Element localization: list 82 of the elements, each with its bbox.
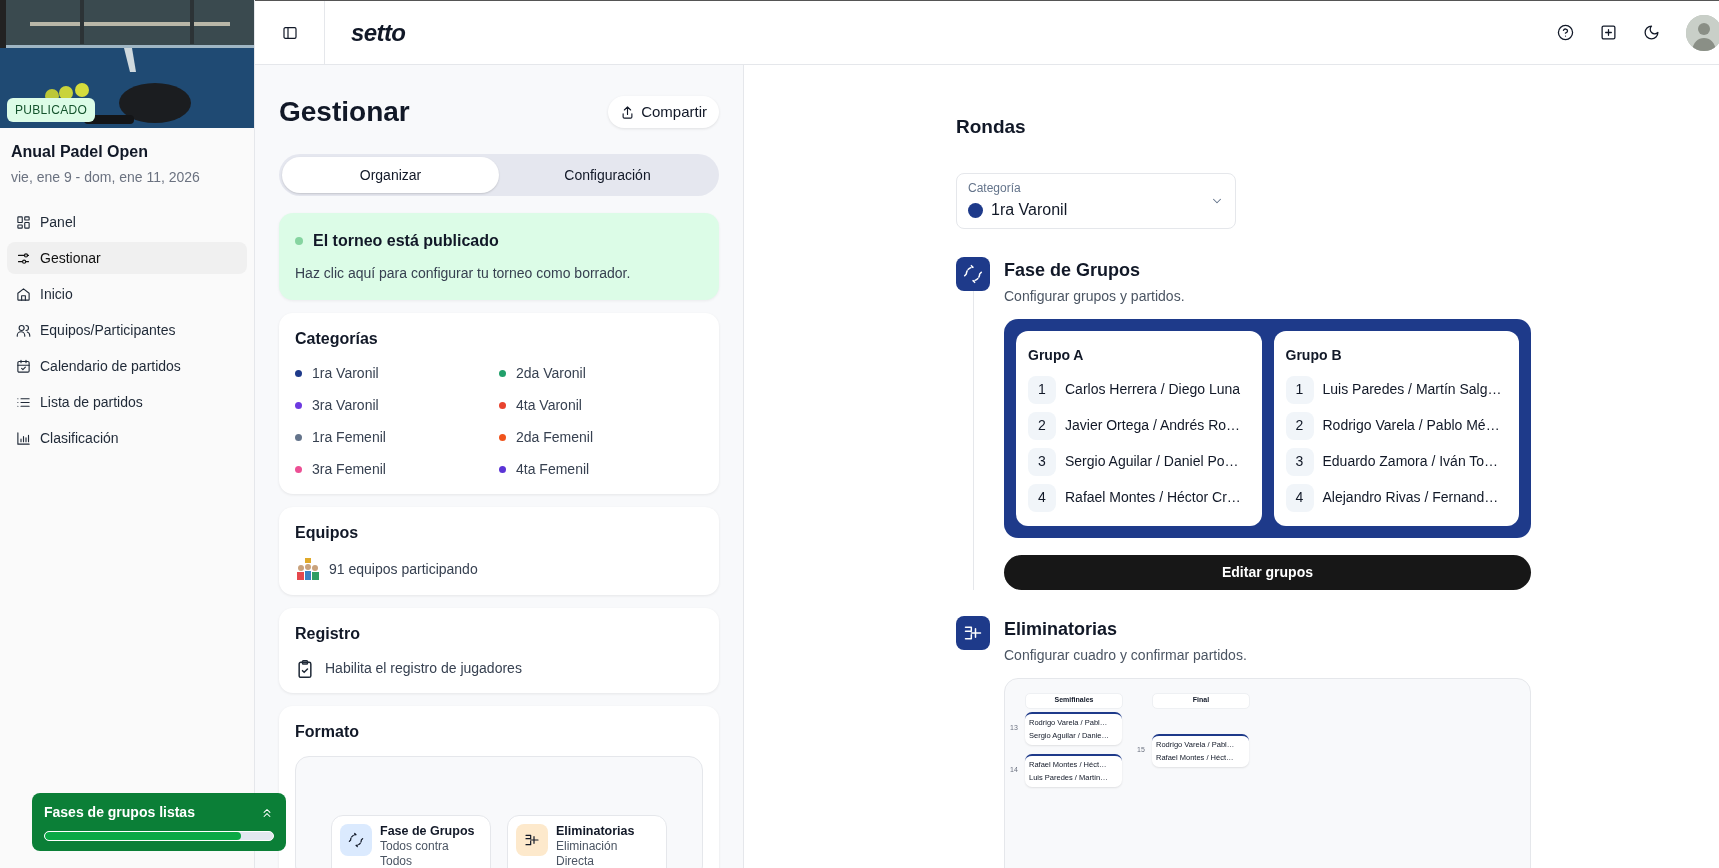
format-option[interactable]: Fase de Grupos Todos contra Todos [331,815,491,868]
category-label: 2da Femenil [516,428,594,447]
tournament-title: Anual Padel Open [11,142,149,162]
card-title: Categorías [295,329,379,349]
seed-number: 4 [1285,483,1314,512]
tab[interactable]: Configuración [499,157,716,193]
group-name: Grupo B [1285,345,1343,365]
category-label: 2da Varonil [516,364,586,383]
calendar-icon [16,358,31,374]
card-title: Equipos [295,523,360,543]
team-name: Javier Ortega / Andrés Ro… [1065,416,1241,435]
stage-subtitle: Configurar grupos y partidos. [1004,286,1186,306]
seed-number: 4 [1028,483,1056,512]
stage-title: Eliminatorias [1004,617,1119,641]
groups-icon [963,263,983,284]
seed-number: 2 [1028,411,1056,440]
category-select[interactable]: Categoría 1ra Varonil [956,172,1236,229]
nav-item[interactable]: Inicio [7,278,247,310]
registration-text: Habilita el registro de jugadores [325,659,522,678]
seed-number: 3 [1285,447,1314,476]
teams-count: 91 equipos participando [329,559,478,579]
team-name: Sergio Aguilar / Daniel Po… [1065,452,1239,471]
seed-number: 3 [1028,447,1056,476]
category-label: 4ta Femenil [516,460,590,479]
stage-title: Fase de Grupos [1004,258,1142,282]
edit-groups-button[interactable]: Editar grupos [1004,554,1531,590]
stage-subtitle: Configurar cuadro y confirmar partidos. [1004,645,1248,665]
status-badge: PUBLICADO [7,98,96,122]
nav-item[interactable]: Gestionar [7,242,247,274]
logo[interactable]: setto [351,14,406,51]
category-label: 3ra Femenil [312,460,386,479]
sidebar-toggle-icon[interactable] [281,24,298,41]
seed-number: 1 [1285,375,1314,404]
seed-number: 1 [1028,375,1056,404]
category-label: 3ra Varonil [312,396,379,415]
people-icon [16,322,31,338]
toast-title: Fases de grupos listas [44,803,195,822]
share-icon [620,104,636,120]
grid-icon [16,214,31,230]
group-name: Grupo A [1028,345,1085,365]
format-option-subtitle: Todos contra Todos [380,839,450,868]
format-option-title: Eliminatorias [556,824,636,839]
category-label: 1ra Varonil [312,364,379,383]
clipboard-check-icon [295,658,315,679]
page-title: Gestionar [279,95,410,129]
format-option-title: Fase de Grupos [380,824,476,839]
team-trophy-icon [295,557,321,581]
cycle-icon [348,832,364,848]
nav-item[interactable]: Equipos/Participantes [7,314,247,346]
team-name: Luis Paredes / Martín Salg… [1322,380,1502,399]
nav-item[interactable]: Calendario de partidos [7,350,247,382]
tournament-dates: vie, ene 9 - dom, ene 11, 2026 [11,168,201,187]
category-label: 1ra Femenil [312,428,386,447]
bar-chart-icon [16,430,31,446]
status-title: El torneo está publicado [313,231,499,251]
card-title: Registro [295,624,361,644]
seed-number: 2 [1285,411,1314,440]
tab[interactable]: Organizar [282,157,499,193]
moon-icon[interactable] [1643,24,1660,41]
sliders-icon [16,250,31,266]
progress-toast[interactable]: Fases de grupos listas [32,793,286,851]
nav-item[interactable]: Clasificación [7,422,247,454]
category-label: 4ta Varonil [516,396,582,415]
nav-item[interactable]: Lista de partidos [7,386,247,418]
team-name: Eduardo Zamora / Iván To… [1322,452,1499,471]
team-name: Alejandro Rivas / Fernand… [1322,488,1499,507]
user-avatar[interactable] [1686,14,1719,51]
status-banner[interactable]: El torneo está publicado Haz clic aquí para configurar tu torneo como borrador. [279,213,719,300]
nav-item[interactable]: Panel [7,206,247,238]
help-icon[interactable] [1557,24,1574,41]
format-option[interactable]: Eliminatorias Eliminación Directa [507,815,667,868]
format-option-subtitle: Eliminación Directa [556,839,619,868]
home-icon [16,286,31,302]
status-text: Haz clic aquí para configurar tu torneo como borrador. [295,264,632,283]
section-title: Rondas [956,115,1027,139]
share-button[interactable]: Compartir [608,96,719,128]
add-icon[interactable] [1600,24,1617,41]
team-name: Rafael Montes / Héctor Cr… [1065,488,1241,507]
bracket-icon [524,832,540,848]
team-name: Carlos Herrera / Diego Luna [1065,380,1241,399]
team-name: Rodrigo Varela / Pablo Mé… [1322,416,1500,435]
card-title: Formato [295,722,360,742]
